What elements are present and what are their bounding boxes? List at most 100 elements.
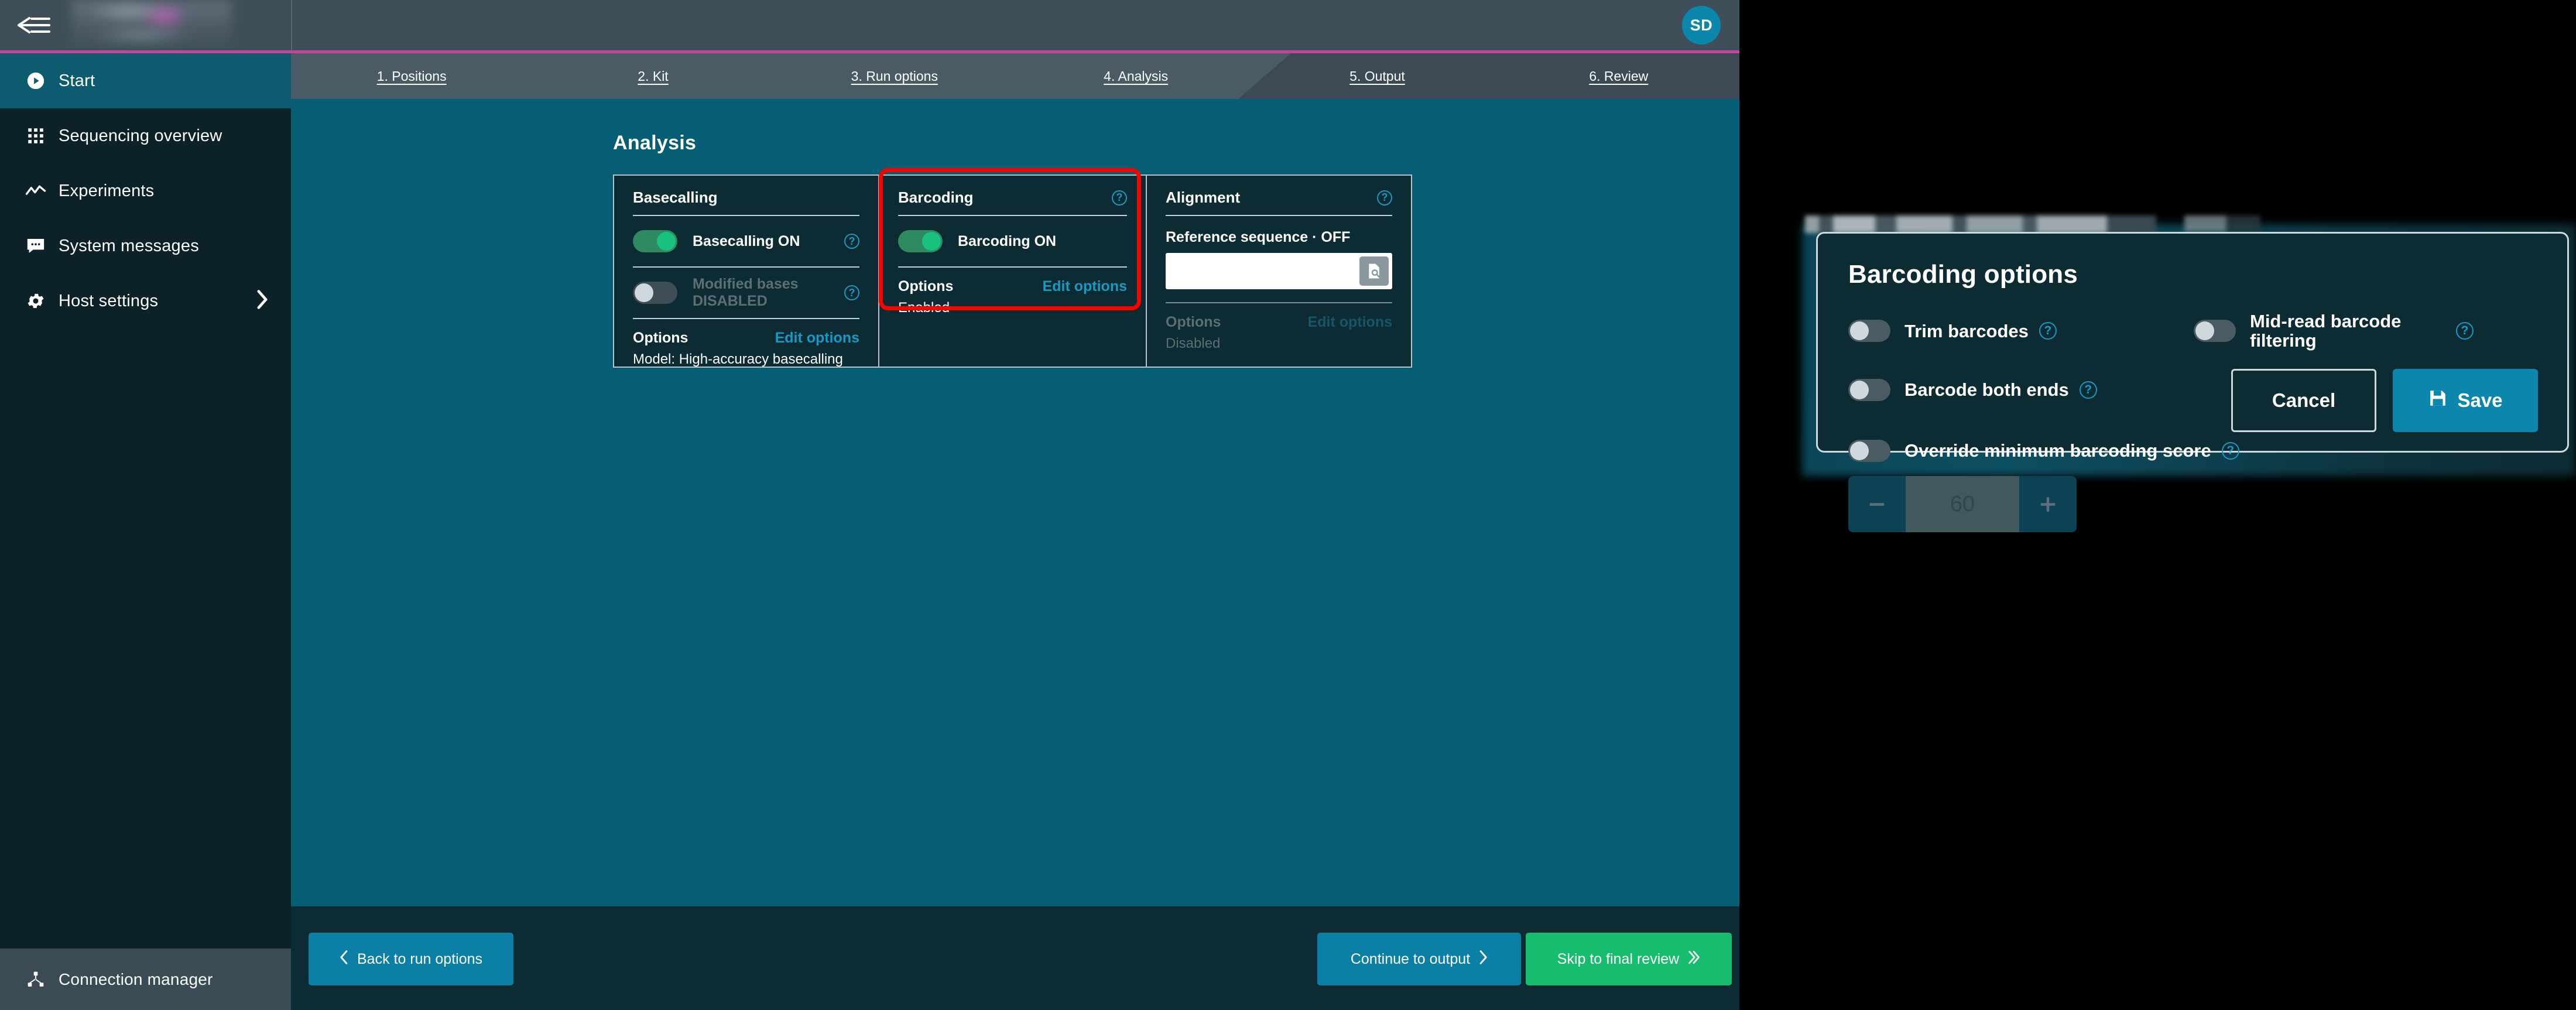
sidebar-item-label: Host settings <box>59 291 159 310</box>
help-icon[interactable]: ? <box>2039 322 2057 340</box>
modal-row-1: Trim barcodes ? Mid-read barcode filteri… <box>1848 311 2542 351</box>
double-chevron-right-icon <box>1687 950 1700 969</box>
help-icon[interactable]: ? <box>1112 190 1127 206</box>
file-search-icon[interactable] <box>1359 256 1389 286</box>
divider <box>898 266 1127 268</box>
edit-options-link: Edit options <box>1307 314 1392 330</box>
sidebar-item-label: System messages <box>59 236 199 255</box>
step-positions[interactable]: 1. Positions <box>291 69 532 84</box>
save-button[interactable]: Save <box>2393 369 2538 432</box>
sidebar-item-system-messages[interactable]: System messages <box>0 218 291 273</box>
button-label: Save <box>2457 389 2503 411</box>
step-output[interactable]: 5. Output <box>1256 69 1498 84</box>
sidebar-item-label: Experiments <box>59 181 155 200</box>
button-label: Back to run options <box>357 950 482 967</box>
sidebar-item-label: Sequencing overview <box>59 126 222 145</box>
option-label: Barcode both ends <box>1904 379 2069 400</box>
toggle-row-barcoding: Barcoding ON <box>898 216 1127 266</box>
step-kit[interactable]: 2. Kit <box>532 69 773 84</box>
reference-sequence-input[interactable] <box>1166 253 1392 289</box>
sidebar-item-sequencing-overview[interactable]: Sequencing overview <box>0 108 291 163</box>
toggle-label: Basecalling ON <box>693 232 800 249</box>
minus-icon[interactable] <box>1848 476 1906 532</box>
sidebar-item-start[interactable]: Start <box>0 53 291 108</box>
sidebar-item-connection-manager[interactable]: Connection manager <box>0 949 291 1010</box>
analysis-cards: Basecalling Basecalling ON ? Modified ba… <box>613 174 1739 368</box>
card-barcoding: Barcoding ? Barcoding ON Options Edit op… <box>879 174 1146 368</box>
mid-read-barcode-filtering-toggle[interactable] <box>2194 320 2236 343</box>
modal-option-mid-read-filtering: Mid-read barcode filtering ? <box>2194 311 2542 351</box>
modal-title: Barcoding options <box>1848 260 2078 289</box>
avatar[interactable]: SD <box>1682 6 1721 44</box>
button-label: Continue to output <box>1350 950 1471 967</box>
barcoding-options-modal: Barcoding options Trim barcodes ? Mid-re… <box>1816 232 2569 532</box>
toggle-label: Modified bases DISABLED <box>693 276 799 309</box>
barcode-both-ends-toggle[interactable] <box>1848 379 1890 401</box>
top-bar-divider <box>291 0 292 50</box>
plus-icon[interactable] <box>2019 476 2077 532</box>
edit-options-link[interactable]: Edit options <box>1043 278 1127 295</box>
help-icon[interactable]: ? <box>844 285 859 300</box>
modal-actions: Cancel Save <box>2231 369 2538 432</box>
override-minimum-barcoding-score-toggle[interactable] <box>1848 440 1890 462</box>
line-chart-icon <box>13 182 59 200</box>
option-label: Override minimum barcoding score <box>1904 440 2211 461</box>
trim-barcodes-toggle[interactable] <box>1848 320 1890 343</box>
toggle-row-basecalling: Basecalling ON ? <box>633 216 859 266</box>
step-breadcrumb: 1. Positions 2. Kit 3. Run options 4. An… <box>291 53 1739 99</box>
toggle-label: Barcoding ON <box>958 232 1057 249</box>
options-value: Disabled <box>1166 335 1221 351</box>
divider <box>1166 302 1392 303</box>
chevron-left-icon <box>340 950 349 969</box>
screen-root: SD Start Sequencing overview Experiments… <box>0 0 2576 1010</box>
barcoding-score-value[interactable]: 60 <box>1906 476 2019 532</box>
card-basecalling: Basecalling Basecalling ON ? Modified ba… <box>613 174 879 368</box>
step-run-options[interactable]: 3. Run options <box>774 69 1015 84</box>
inset-blurred-text <box>1805 215 2156 233</box>
inset-blurred-text-secondary <box>2184 215 2260 232</box>
edit-options-link[interactable]: Edit options <box>775 330 859 347</box>
option-label: Mid-read barcode filtering <box>2250 311 2402 351</box>
divider <box>1166 215 1392 216</box>
gear-icon <box>13 291 59 311</box>
options-label: Options <box>1166 314 1221 330</box>
toggle-row-modified-bases: Modified bases DISABLED ? <box>633 268 859 318</box>
main-content: Analysis Basecalling Basecalling ON ? Mo… <box>291 99 1739 906</box>
chevron-right-icon <box>1478 950 1488 969</box>
sidebar-item-label: Start <box>59 71 95 90</box>
step-review[interactable]: 6. Review <box>1498 69 1739 84</box>
collapse-menu-icon[interactable] <box>7 14 61 36</box>
barcoding-score-stepper: 60 <box>1848 476 2077 532</box>
options-value: Model: High-accuracy basecalling <box>633 351 843 367</box>
options-label: Options <box>633 330 688 346</box>
help-icon[interactable]: ? <box>844 234 859 249</box>
continue-to-output-button[interactable]: Continue to output <box>1317 933 1521 985</box>
chat-bubble-icon <box>13 237 59 255</box>
help-icon[interactable]: ? <box>2079 381 2097 399</box>
basecalling-toggle[interactable] <box>633 230 677 252</box>
skip-to-final-review-button[interactable]: Skip to final review <box>1526 933 1732 985</box>
sidebar-item-experiments[interactable]: Experiments <box>0 163 291 218</box>
help-icon[interactable]: ? <box>2221 442 2239 460</box>
sidebar-item-label: Connection manager <box>59 970 213 988</box>
floppy-disk-icon <box>2428 388 2448 413</box>
option-label: Trim barcodes <box>1904 320 2029 341</box>
help-icon[interactable]: ? <box>1377 190 1392 206</box>
top-bar: SD <box>0 0 1739 50</box>
card-alignment: Alignment ? Reference sequence · OFF Opt… <box>1146 174 1412 368</box>
application-window: SD Start Sequencing overview Experiments… <box>0 0 1739 1010</box>
reference-sequence-label: Reference sequence · OFF <box>1166 229 1351 245</box>
button-label: Cancel <box>2272 389 2336 411</box>
card-title: Alignment <box>1166 189 1241 206</box>
page-title: Analysis <box>613 132 697 154</box>
help-icon[interactable]: ? <box>2456 322 2474 340</box>
top-bar-left <box>0 0 291 50</box>
sidebar-item-host-settings[interactable]: Host settings <box>0 273 291 328</box>
barcoding-toggle[interactable] <box>898 230 943 252</box>
back-to-run-options-button[interactable]: Back to run options <box>309 933 513 985</box>
footer-actions: Back to run options Continue to output S… <box>291 906 1739 1010</box>
modified-bases-toggle[interactable] <box>633 282 677 304</box>
cancel-button[interactable]: Cancel <box>2231 369 2376 432</box>
step-analysis[interactable]: 4. Analysis <box>1015 69 1256 84</box>
